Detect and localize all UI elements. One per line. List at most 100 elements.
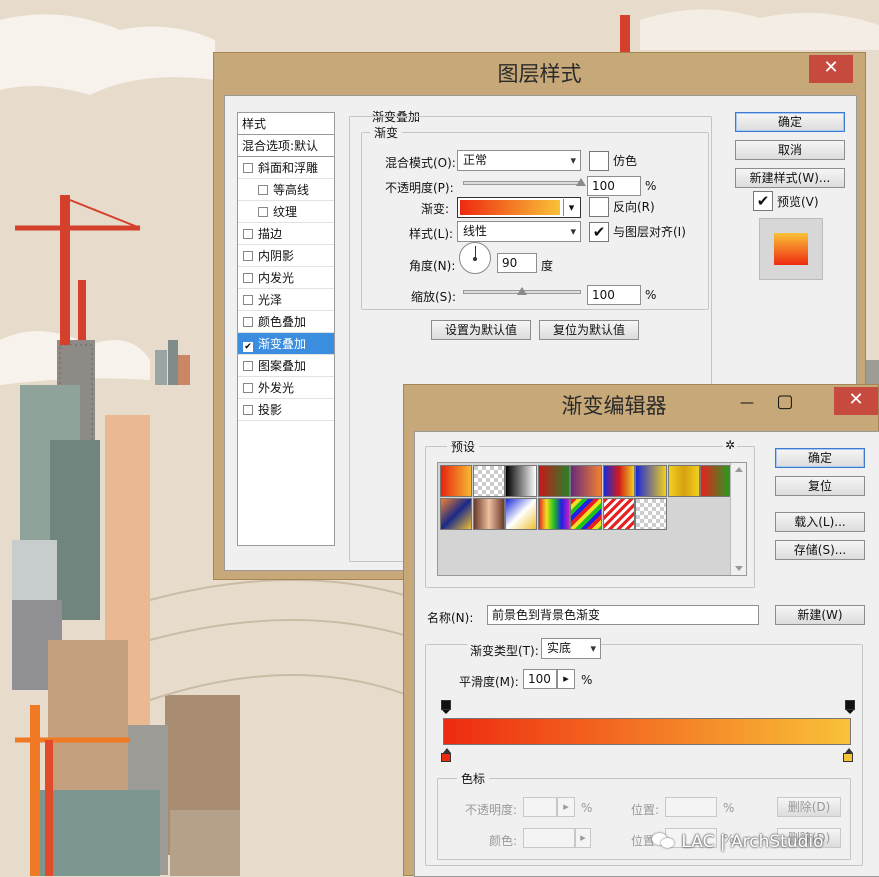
minimize-button[interactable]: — — [732, 391, 762, 415]
gradient-preset-swatch[interactable] — [505, 465, 537, 497]
gradient-save-button[interactable]: 存储(S)... — [775, 540, 865, 560]
stop-color-swatch[interactable] — [523, 828, 575, 848]
gradient-preset-swatch[interactable] — [635, 498, 667, 530]
dither-label: 仿色 — [613, 154, 638, 168]
style-item[interactable]: 斜面和浮雕 — [238, 157, 334, 179]
stop-location-input[interactable] — [665, 797, 717, 817]
style-select[interactable]: 线性 ▾ — [457, 221, 581, 242]
gradient-preset-swatch[interactable] — [602, 498, 635, 530]
gradient-dropdown-arrow[interactable]: ▾ — [563, 199, 579, 216]
opacity-stop-right[interactable] — [845, 700, 855, 714]
opacity-slider[interactable] — [463, 181, 581, 185]
reset-to-default-button[interactable]: 复位为默认值 — [539, 320, 639, 340]
style-item[interactable]: 纹理 — [238, 201, 334, 223]
scale-percent: % — [645, 288, 657, 302]
gradient-editor-dialog: 渐变编辑器 — ▢ ✕ 预设 ✲ 确定 复位 载入(L)... 存储(S)...… — [403, 384, 879, 877]
gradient-preset-swatch[interactable] — [570, 465, 602, 497]
gradient-preset-swatch[interactable] — [700, 465, 732, 497]
new-style-button[interactable]: 新建样式(W)... — [735, 168, 845, 188]
gradient-type-label: 渐变类型(T): — [467, 642, 542, 659]
style-item-checkbox[interactable] — [243, 273, 253, 283]
gradient-preset-swatch[interactable] — [440, 498, 472, 530]
style-item-checkbox[interactable] — [243, 295, 253, 305]
layer-style-close-button[interactable]: ✕ — [809, 55, 853, 83]
style-item-checkbox[interactable] — [243, 383, 253, 393]
style-item[interactable]: 描边 — [238, 223, 334, 245]
gradient-swatch-picker[interactable]: ▾ — [457, 197, 581, 218]
style-item-label: 描边 — [258, 227, 283, 241]
reverse-checkbox[interactable] — [589, 197, 609, 217]
preview-checkbox[interactable]: ✔ — [753, 191, 773, 211]
style-item-checkbox[interactable] — [243, 317, 253, 327]
style-item[interactable]: ✔ 渐变叠加 — [238, 333, 334, 355]
blend-mode-select[interactable]: 正常 ▾ — [457, 150, 581, 171]
gradient-preset-swatch[interactable] — [570, 498, 602, 530]
style-item[interactable]: 图案叠加 — [238, 355, 334, 377]
gradient-preset-swatch[interactable] — [537, 498, 570, 530]
arrow-right-icon: ▸ — [580, 831, 586, 844]
blending-options-item[interactable]: 混合选项:默认 — [238, 135, 334, 157]
gradient-preset-swatch[interactable] — [440, 465, 472, 497]
style-item-checkbox[interactable] — [258, 207, 268, 217]
gradient-preset-swatch[interactable] — [635, 465, 667, 497]
maximize-icon: ▢ — [776, 391, 794, 412]
stop-color-stepper[interactable]: ▸ — [575, 828, 591, 848]
layer-style-cancel-button[interactable]: 取消 — [735, 140, 845, 160]
style-item-checkbox[interactable] — [243, 361, 253, 371]
stop-delete-button[interactable]: 删除(D) — [777, 797, 841, 817]
gradient-preset-swatch[interactable] — [602, 465, 635, 497]
stop-opacity-input[interactable] — [523, 797, 557, 817]
style-item[interactable]: 光泽 — [238, 289, 334, 311]
opacity-slider-thumb[interactable] — [576, 178, 586, 186]
gradient-new-button[interactable]: 新建(W) — [775, 605, 865, 625]
style-item-checkbox[interactable] — [243, 405, 253, 415]
gradient-bar[interactable] — [443, 718, 851, 745]
opacity-stop-left[interactable] — [441, 700, 451, 714]
gradient-preset-swatch[interactable] — [472, 498, 505, 530]
presets-scrollbar[interactable] — [730, 463, 746, 575]
gradient-reset-button[interactable]: 复位 — [775, 476, 865, 496]
style-item[interactable]: 外发光 — [238, 377, 334, 399]
angle-input[interactable]: 90 — [497, 253, 537, 273]
presets-menu-button[interactable]: ✲ — [723, 438, 738, 452]
style-item[interactable]: 等高线 — [238, 179, 334, 201]
layer-style-ok-button[interactable]: 确定 — [735, 112, 845, 132]
color-stop-left[interactable] — [441, 748, 453, 764]
style-item[interactable]: 内阴影 — [238, 245, 334, 267]
gradient-preset-swatch[interactable] — [537, 465, 570, 497]
style-item-label: 等高线 — [273, 183, 310, 197]
scale-input[interactable]: 100 — [587, 285, 641, 305]
opacity-input[interactable]: 100 — [587, 176, 641, 196]
minimize-icon: — — [740, 395, 754, 411]
style-item[interactable]: 颜色叠加 — [238, 311, 334, 333]
gradient-ok-button[interactable]: 确定 — [775, 448, 865, 468]
name-input[interactable]: 前景色到背景色渐变 — [487, 605, 759, 625]
style-item[interactable]: 投影 — [238, 399, 334, 421]
set-as-default-button[interactable]: 设置为默认值 — [431, 320, 531, 340]
chevron-down-icon: ▾ — [570, 154, 576, 167]
dither-checkbox[interactable] — [589, 151, 609, 171]
chevron-down-icon: ▾ — [590, 642, 596, 655]
gradient-group-title: 渐变 — [370, 124, 403, 141]
style-item-checkbox[interactable] — [243, 163, 253, 173]
color-stop-right[interactable] — [843, 748, 855, 764]
angle-dial[interactable] — [459, 242, 491, 274]
gradient-preset-swatch[interactable] — [472, 465, 505, 497]
gradient-editor-body: 预设 ✲ 确定 复位 载入(L)... 存储(S)... 名称(N): 前景色到… — [414, 431, 879, 877]
gradient-editor-close-button[interactable]: ✕ — [834, 387, 878, 415]
style-item-checkbox[interactable]: ✔ — [243, 342, 253, 352]
smoothness-input[interactable]: 100 — [523, 669, 557, 689]
style-item-checkbox[interactable] — [243, 251, 253, 261]
smoothness-stepper[interactable]: ▸ — [557, 669, 575, 689]
style-item-checkbox[interactable] — [258, 185, 268, 195]
style-item[interactable]: 内发光 — [238, 267, 334, 289]
gradient-preset-swatch[interactable] — [667, 465, 700, 497]
gradient-type-select[interactable]: 实底 ▾ — [541, 638, 601, 659]
scale-slider-thumb[interactable] — [517, 287, 527, 295]
style-item-checkbox[interactable] — [243, 229, 253, 239]
gradient-preset-swatch[interactable] — [505, 498, 537, 530]
stop-opacity-stepper[interactable]: ▸ — [557, 797, 575, 817]
maximize-button[interactable]: ▢ — [770, 391, 800, 415]
align-with-layer-checkbox[interactable]: ✔ — [589, 222, 609, 242]
gradient-load-button[interactable]: 载入(L)... — [775, 512, 865, 532]
